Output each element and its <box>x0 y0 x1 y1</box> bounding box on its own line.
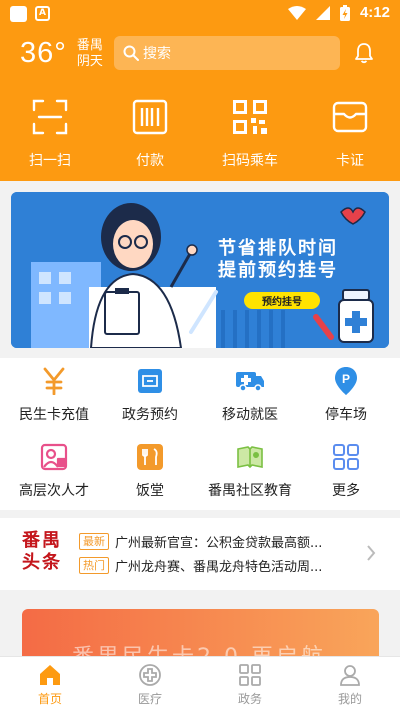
service-gov-appointment[interactable]: 政务预约 <box>100 366 200 424</box>
tab-label: 首页 <box>37 692 62 706</box>
service-parking[interactable]: P 停车场 <box>296 366 396 424</box>
weather-widget[interactable]: 36° 番禺 阴天 <box>20 37 103 70</box>
svg-text:P: P <box>342 372 350 386</box>
ambulance-icon <box>235 366 265 396</box>
wifi-icon <box>287 5 306 20</box>
government-grid-icon <box>239 664 261 686</box>
service-label: 饭堂 <box>136 483 164 499</box>
signal-icon <box>315 5 330 20</box>
news-headline: 广州最新官宣：公积金贷款最高额... <box>115 536 323 551</box>
card-wallet-icon <box>332 101 368 133</box>
weather-condition: 阴天 <box>76 53 103 69</box>
news-logo: 番禺 头条 <box>22 530 62 574</box>
tab-label: 政务 <box>237 692 262 706</box>
weather-location: 番禺 <box>76 37 103 53</box>
news-item[interactable]: 最新 广州最新官宣：公积金贷款最高额... <box>79 532 322 551</box>
talent-icon <box>39 442 69 472</box>
qr-code-icon <box>233 100 267 134</box>
service-more[interactable]: 更多 <box>296 442 396 500</box>
banner-appointment-button[interactable]: 预约挂号 <box>244 292 320 309</box>
canteen-icon <box>135 442 165 472</box>
notification-a-icon: A <box>35 6 50 21</box>
yuan-icon <box>39 366 69 396</box>
ticket-icon <box>135 366 165 396</box>
quick-action-transit[interactable]: 扫码乘车 <box>200 98 300 174</box>
grid-more-icon <box>331 442 361 472</box>
news-tag: 最新 <box>79 533 109 550</box>
chevron-right-icon[interactable] <box>366 544 376 562</box>
service-label: 移动就医 <box>222 407 278 423</box>
weather-text: 番禺 阴天 <box>77 38 103 70</box>
clock: 4:12 <box>359 4 390 21</box>
service-label: 民生卡充值 <box>19 407 89 423</box>
parking-pin-icon: P <box>331 366 361 396</box>
status-bar: A 4:12 <box>0 0 400 28</box>
banner-subheadline: 提前预约挂号 <box>218 260 338 281</box>
quick-action-label: 扫一扫 <box>29 153 71 169</box>
service-label: 停车场 <box>325 407 367 423</box>
battery-charging-icon <box>339 4 350 21</box>
quick-action-label: 扫码乘车 <box>222 153 278 169</box>
quick-action-scan[interactable]: 扫一扫 <box>0 98 100 174</box>
barcode-icon <box>132 99 168 135</box>
bottom-tab-bar: 首页 医疗 政务 我的 <box>0 656 400 712</box>
quick-action-label: 卡证 <box>336 153 364 169</box>
temperature: 36° <box>20 37 67 69</box>
quick-actions: 扫一扫 付款 扫码乘车 卡证 <box>0 98 400 174</box>
tab-label: 医疗 <box>137 692 162 706</box>
notification-bell-icon[interactable] <box>354 42 374 64</box>
service-community-education[interactable]: 番禺社区教育 <box>200 442 300 500</box>
status-icons-left: A <box>10 6 50 22</box>
news-logo-line1: 番禺 <box>22 530 62 551</box>
status-icons-right: 4:12 <box>287 4 390 21</box>
service-grid: 民生卡充值 政务预约 移动就医 P 停车场 高层次人才 饭堂 番禺社区教育 更多 <box>0 358 400 510</box>
home-icon <box>40 665 60 685</box>
appointment-banner[interactable]: 节省排队时间 提前预约挂号 预约挂号 <box>11 192 389 348</box>
book-icon <box>235 442 265 472</box>
notification-square-icon <box>10 6 27 22</box>
news-headline: 广州龙舟赛、番禺龙舟特色活动周... <box>115 560 323 575</box>
service-label: 高层次人才 <box>19 483 89 499</box>
news-ticker[interactable]: 番禺 头条 最新 广州最新官宣：公积金贷款最高额... 热门 广州龙舟赛、番禺龙… <box>0 518 400 590</box>
app-screen: A 4:12 36° 番禺 阴天 搜索 扫一扫 付款 扫码乘车 卡证 节省排队时… <box>0 0 400 712</box>
service-canteen[interactable]: 饭堂 <box>100 442 200 500</box>
scan-icon <box>32 99 68 135</box>
search-icon <box>123 45 139 61</box>
quick-action-label: 付款 <box>136 153 164 169</box>
search-input[interactable]: 搜索 <box>114 36 340 70</box>
tab-label: 我的 <box>337 692 362 706</box>
service-label: 更多 <box>332 483 360 499</box>
medical-cross-icon <box>139 664 161 686</box>
service-mobile-medical[interactable]: 移动就医 <box>200 366 300 424</box>
news-item[interactable]: 热门 广州龙舟赛、番禺龙舟特色活动周... <box>79 556 322 575</box>
news-tag: 热门 <box>79 557 109 574</box>
search-placeholder: 搜索 <box>143 46 171 62</box>
service-talent[interactable]: 高层次人才 <box>4 442 104 500</box>
tab-medical[interactable]: 医疗 <box>100 657 200 712</box>
quick-action-cards[interactable]: 卡证 <box>300 98 400 174</box>
tab-profile[interactable]: 我的 <box>300 657 400 712</box>
service-label: 政务预约 <box>122 407 178 423</box>
news-logo-line2: 头条 <box>22 552 62 573</box>
user-icon <box>340 665 360 686</box>
quick-action-pay[interactable]: 付款 <box>100 98 200 174</box>
header: A 4:12 36° 番禺 阴天 搜索 扫一扫 付款 扫码乘车 卡证 <box>0 0 400 181</box>
service-card-recharge[interactable]: 民生卡充值 <box>4 366 104 424</box>
tab-home[interactable]: 首页 <box>0 657 100 712</box>
service-label: 番禺社区教育 <box>208 483 292 499</box>
tab-government[interactable]: 政务 <box>200 657 300 712</box>
